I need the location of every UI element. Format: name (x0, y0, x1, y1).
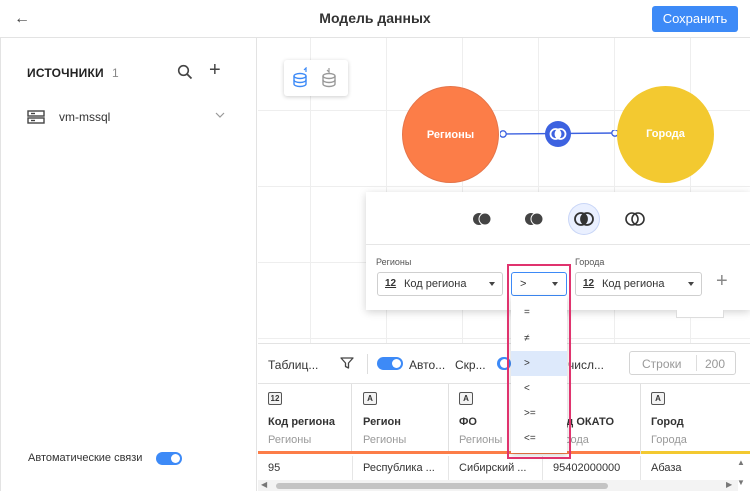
column-source: Города (651, 434, 687, 446)
left-join-icon[interactable] (471, 208, 493, 230)
right-source-label: Города (575, 257, 605, 267)
caret-down-icon (489, 282, 495, 286)
filter-icon[interactable] (340, 356, 354, 370)
number-type-icon: 12 (385, 278, 397, 289)
calc-label: числ... (568, 358, 604, 372)
column-name: ФО (459, 416, 477, 428)
sources-sidebar: ИСТОЧНИКИ 1 + vm-mssql Автоматические св… (0, 38, 257, 491)
scroll-down-icon[interactable]: ▼ (737, 478, 745, 487)
column-source: Регионы (363, 434, 407, 446)
scroll-left-icon[interactable]: ◀ (261, 480, 267, 489)
view-mode-switch (284, 60, 348, 96)
caret-down-icon (688, 282, 694, 286)
left-field-value: Код региона (404, 278, 467, 290)
divider (367, 354, 368, 374)
text-type-icon: A (363, 392, 377, 405)
header: ← Модель данных Сохранить (0, 0, 750, 38)
save-button[interactable]: Сохранить (652, 6, 738, 32)
right-join-icon[interactable] (523, 208, 545, 230)
full-join-icon[interactable] (624, 208, 646, 230)
cities-color-bar (641, 451, 750, 454)
column-header[interactable]: A Регион Регионы (353, 384, 449, 454)
column-source: Регионы (459, 434, 503, 446)
auto-links-label: Автоматические связи (28, 452, 143, 464)
rows-limit-field[interactable]: Строки 200 (629, 351, 736, 375)
database-download-icon[interactable] (320, 67, 340, 89)
number-type-icon: 12 (583, 278, 595, 289)
rows-label: Строки (642, 357, 682, 371)
chevron-down-icon[interactable] (214, 109, 226, 121)
table-cell: Сибирский ... (449, 456, 543, 480)
table-cell: Республика ... (353, 456, 449, 480)
auto-toggle[interactable] (377, 357, 403, 370)
panel-divider (366, 244, 750, 245)
add-condition-icon[interactable]: + (716, 270, 728, 293)
table-node-regions[interactable]: Регионы (402, 86, 499, 183)
hide-label: Скр... (455, 358, 486, 372)
left-field-select[interactable]: 12 Код региона (377, 272, 503, 296)
rows-value: 200 (705, 357, 726, 371)
database-upload-icon[interactable] (291, 67, 311, 89)
auto-label: Авто... (409, 358, 446, 372)
column-header[interactable]: A Город Города (641, 384, 750, 454)
right-field-value: Код региона (602, 278, 665, 290)
table-cell: 95402000000 (543, 456, 641, 480)
inner-join-option[interactable] (569, 204, 599, 234)
scroll-up-icon[interactable]: ▲ (737, 458, 745, 467)
page-title: Модель данных (319, 10, 431, 26)
source-item-vm-mssql[interactable]: vm-mssql (59, 110, 110, 124)
add-source-icon[interactable]: + (209, 60, 221, 80)
sources-title: ИСТОЧНИКИ (27, 66, 104, 80)
column-header[interactable]: 12 Код региона Регионы (258, 384, 352, 454)
table-node-cities[interactable]: Города (617, 86, 714, 183)
scroll-right-icon[interactable]: ▶ (726, 480, 732, 489)
horizontal-scrollbar[interactable]: ◀ ▶ (258, 480, 738, 491)
database-server-icon (27, 110, 45, 124)
column-name: Регион (363, 416, 401, 428)
table-cell: 95 (258, 456, 353, 480)
scrollbar-thumb[interactable] (276, 483, 608, 489)
column-name: Код региона (268, 416, 335, 428)
preview-table: 12 Код региона Регионы A Регион Регионы … (258, 383, 750, 491)
left-source-label: Регионы (376, 257, 412, 267)
auto-links-toggle[interactable] (156, 452, 182, 465)
table-cell: Абаза (651, 462, 682, 474)
highlight-box (507, 264, 571, 459)
column-source: Регионы (268, 434, 312, 446)
sources-count: 1 (112, 66, 119, 80)
right-field-select[interactable]: 12 Код региона (575, 272, 702, 296)
table-select[interactable]: Таблиц... (268, 358, 318, 372)
inner-join-icon[interactable] (545, 121, 571, 147)
search-icon[interactable] (177, 64, 193, 80)
number-type-icon: 12 (268, 392, 282, 405)
divider (696, 355, 697, 371)
regions-color-bar (258, 451, 640, 454)
text-type-icon: A (459, 392, 473, 405)
column-name: Город (651, 416, 684, 428)
text-type-icon: A (651, 392, 665, 405)
panel-underlay (676, 310, 724, 318)
